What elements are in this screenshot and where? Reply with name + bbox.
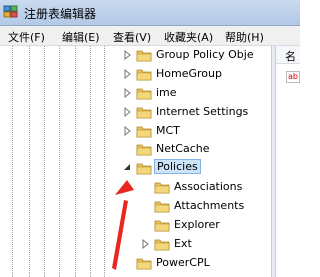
tree-item-label: Associations [174,180,243,193]
expand-arrow-icon[interactable] [123,106,132,118]
folder-icon [136,124,152,138]
menu-favorites[interactable]: 收藏夹(A) [164,29,213,45]
tree-guide-line [12,46,13,277]
registry-editor-icon [3,5,18,18]
folder-icon [154,180,170,194]
title-bar: 注册表编辑器 [0,0,300,26]
expand-arrow-icon[interactable] [123,87,132,99]
menu-view[interactable]: 查看(V) [113,29,151,45]
tree-guide-line [29,46,30,277]
tree-item-label: Group Policy Obje [156,48,254,61]
folder-icon [154,237,170,251]
folder-icon [136,142,152,156]
menu-file[interactable]: 文件(F) [8,29,45,45]
folder-icon [136,161,152,175]
window-title: 注册表编辑器 [24,7,97,21]
tree-item-label: MCT [156,124,180,137]
folder-icon [136,105,152,119]
string-value-icon[interactable]: ab [286,71,300,83]
expand-arrow-icon[interactable] [123,68,132,80]
tree-guide-line [104,46,105,277]
folder-icon [136,256,152,270]
tree-item-label: HomeGroup [156,67,222,80]
tree-guide-line [90,46,91,277]
folder-icon [154,199,170,213]
tree-item-label: NetCache [156,142,210,155]
tree-guide-line [59,46,60,277]
values-pane[interactable]: 名 ab [276,46,300,277]
expand-arrow-icon[interactable] [123,49,132,61]
registry-tree[interactable]: Group Policy Obje HomeGroup ime Internet Se… [0,46,271,277]
tree-item-label: Internet Settings [156,105,249,118]
tree-item-label: ime [156,86,177,99]
menu-bar: 文件(F) 编辑(E) 查看(V) 收藏夹(A) 帮助(H) [0,26,300,46]
folder-icon [136,48,152,62]
name-column-label: 名 [285,50,296,63]
tree-item-label: PowerCPL [156,256,210,269]
menu-help[interactable]: 帮助(H) [225,29,264,45]
folder-icon [154,218,170,232]
tree-guide-line [75,46,76,277]
tree-item-label: Attachments [174,199,245,212]
folder-icon [136,67,152,81]
folder-icon [136,86,152,100]
tree-item-label: Policies [154,159,201,174]
name-column-header[interactable]: 名 [276,46,300,64]
tree-item-label: Ext [174,237,192,250]
tree-guide-line [44,46,45,277]
expand-arrow-icon[interactable] [141,238,150,250]
tree-item-label: Explorer [174,218,220,231]
collapse-arrow-icon[interactable] [123,163,132,173]
expand-arrow-icon[interactable] [123,125,132,137]
menu-edit[interactable]: 编辑(E) [62,29,100,45]
